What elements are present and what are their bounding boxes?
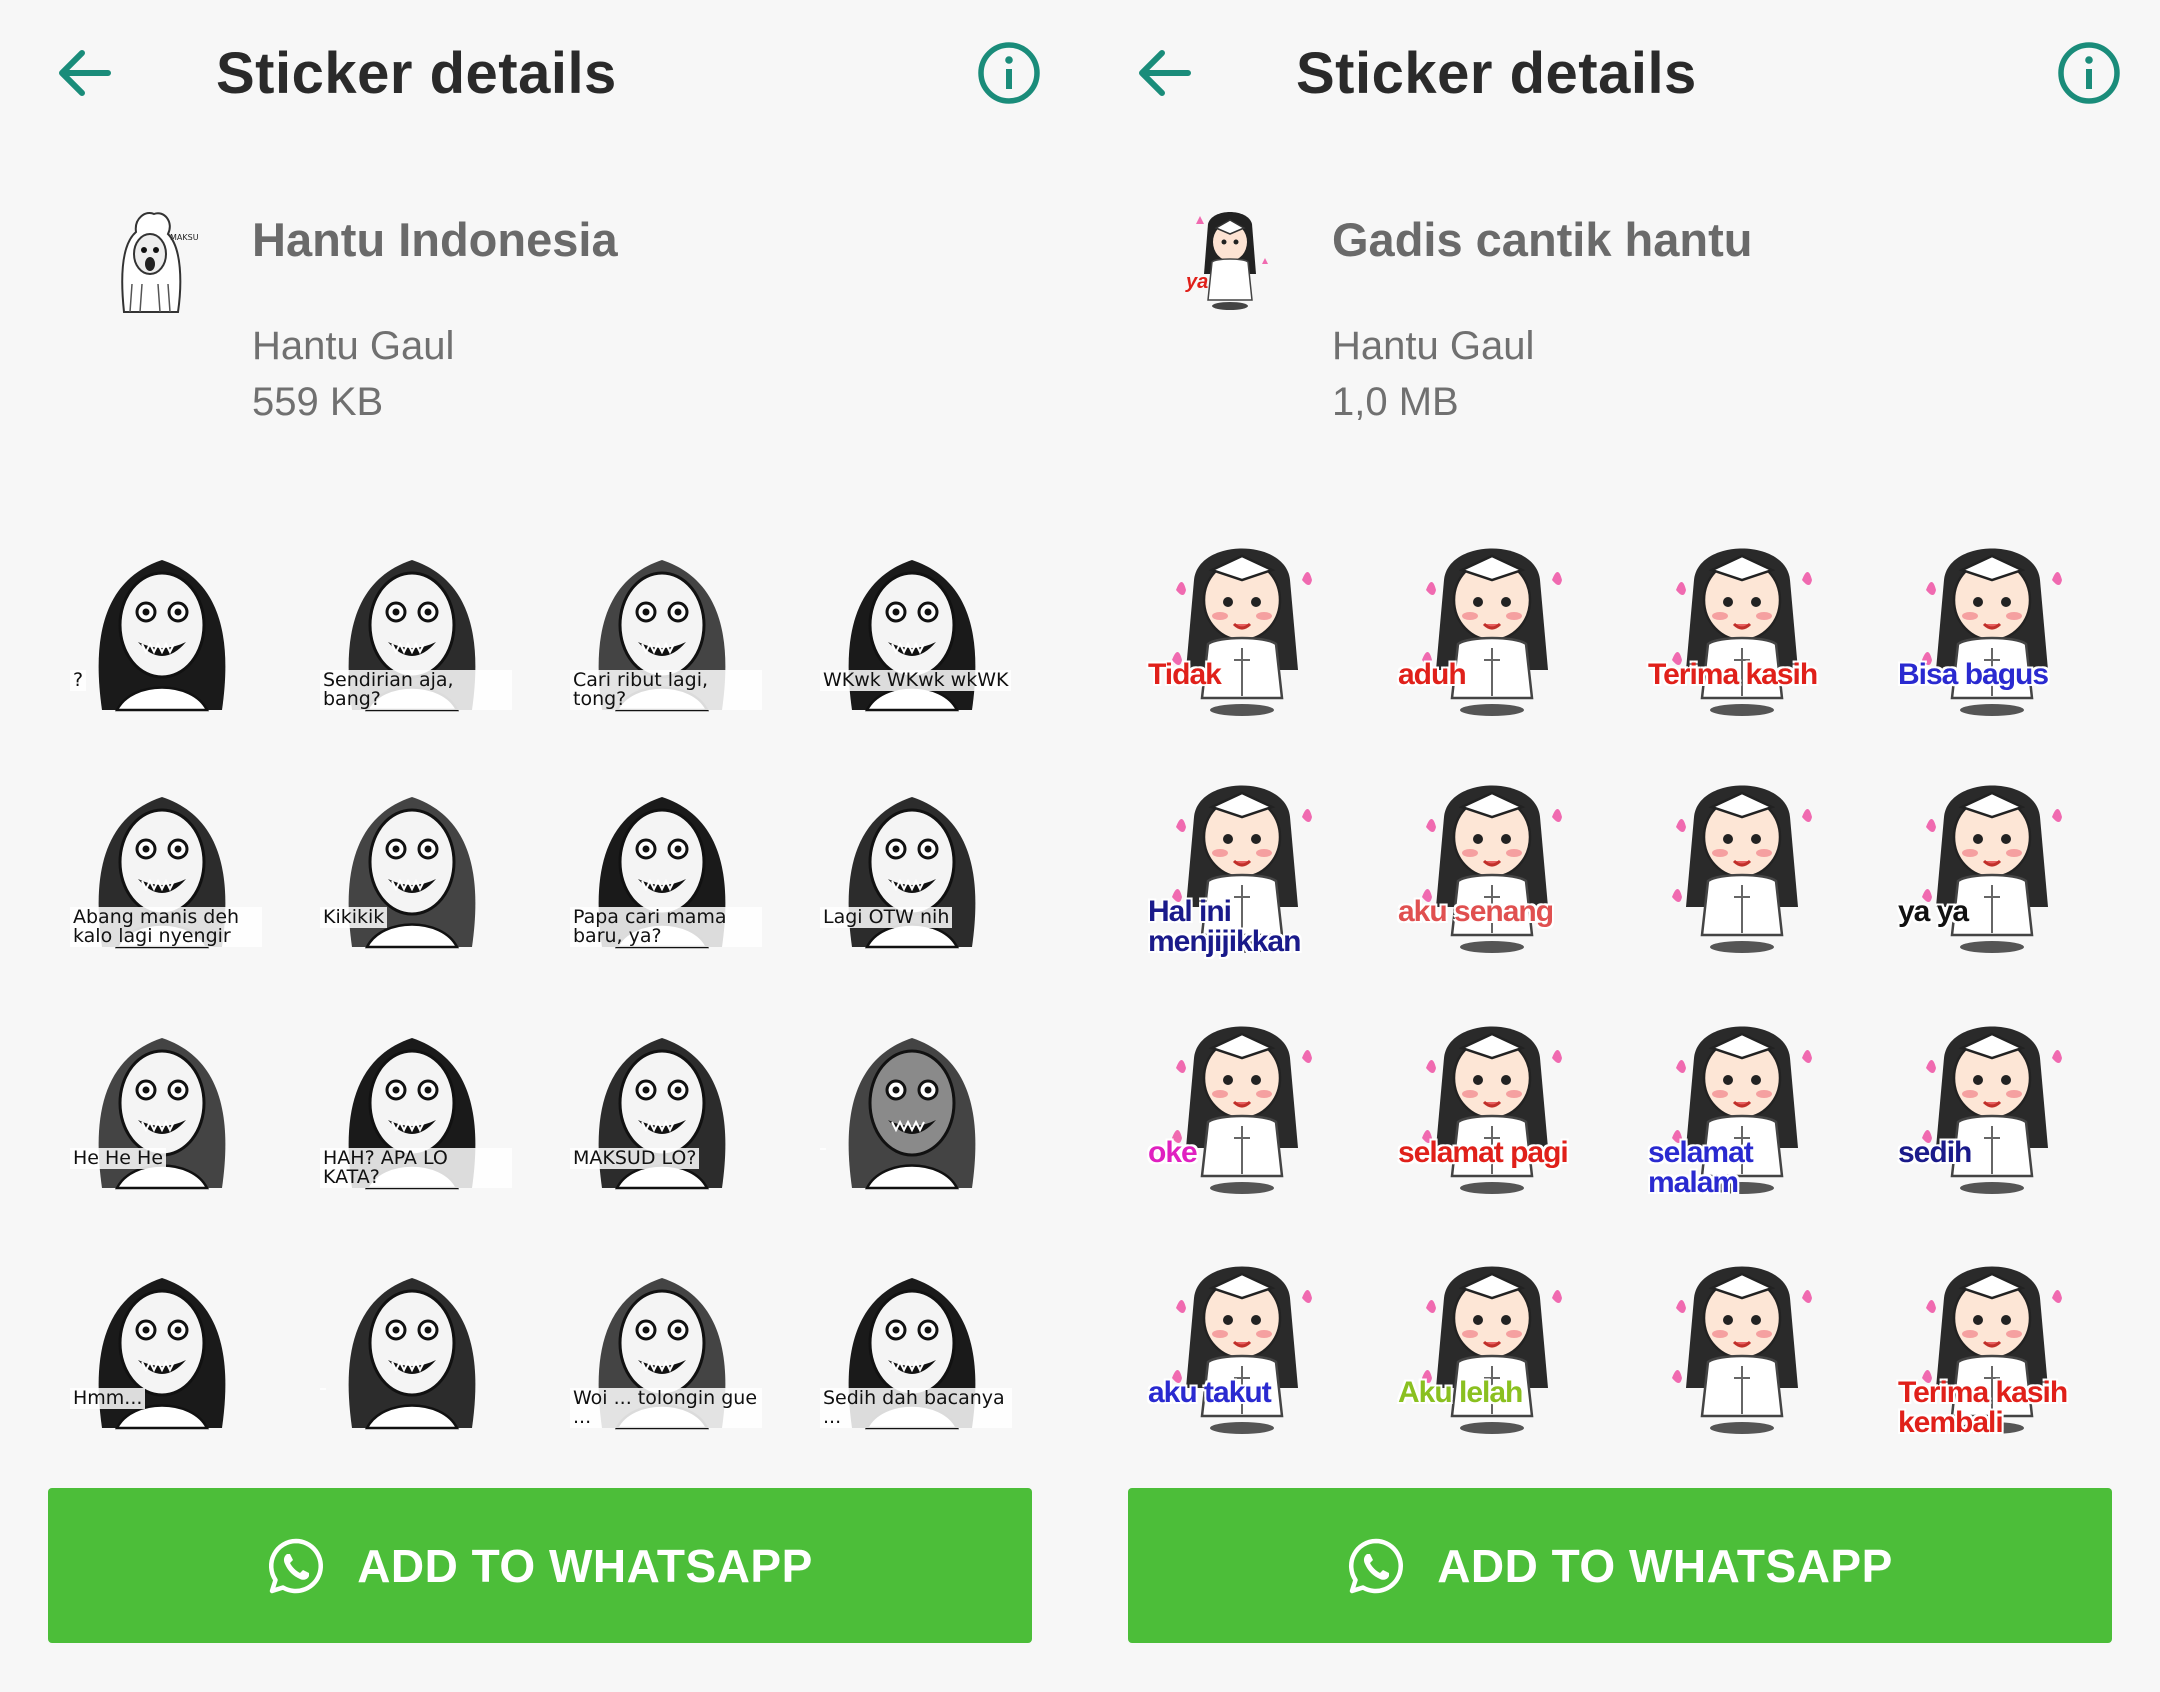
sticker-item[interactable]: Hal ini menjijikkan — [1142, 757, 1342, 957]
sticker-caption: sedih — [1898, 1136, 1972, 1169]
pack-header: ya Gadis cantik hantu Hantu Gaul 1,0 MB — [1080, 190, 2160, 450]
sticker-item[interactable]: ? — [62, 520, 262, 720]
sticker-caption: Cari ribut lagi, tong? — [570, 670, 762, 710]
sticker-artwork — [1672, 1266, 1812, 1434]
sticker-caption: Sedih dah bacanya ... — [820, 1388, 1012, 1428]
sticker-item[interactable]: sedih — [1892, 998, 2092, 1198]
page-title: Sticker details — [1296, 41, 1697, 106]
add-button-label: ADD TO WHATSAPP — [357, 1539, 813, 1592]
sticker-item[interactable]: Cari ribut lagi, tong? — [562, 520, 762, 720]
app-bar: Sticker details — [0, 0, 1080, 150]
whatsapp-icon — [269, 1538, 324, 1593]
whatsapp-icon — [1349, 1538, 1404, 1593]
sticker-caption: Tidak — [1148, 658, 1222, 691]
sticker-caption: MAKSUD LO? — [570, 1148, 700, 1169]
pack-author: Hantu Gaul — [252, 324, 455, 368]
pack-name: Hantu Indonesia — [252, 213, 618, 266]
pack-tray-icon: ya — [1182, 204, 1278, 314]
sticker-artwork — [848, 1038, 976, 1190]
sticker-item[interactable]: Sendirian aja, bang? — [312, 520, 512, 720]
sticker-item[interactable]: ya ya — [1892, 757, 2092, 957]
sticker-caption: Hmm... — [70, 1388, 146, 1409]
sticker-caption: He He He — [70, 1148, 167, 1169]
sticker-item[interactable]: Kikikik — [312, 757, 512, 957]
sticker-item[interactable]: MAKSUD LO? — [562, 998, 762, 1198]
sticker-item[interactable]: Abang manis deh kalo lagi nyengir — [62, 757, 262, 957]
sticker-item[interactable]: Papa cari mama baru, ya? — [562, 757, 762, 957]
sticker-artwork — [1672, 785, 1812, 953]
sticker-artwork — [98, 560, 226, 712]
sticker-item[interactable]: Bisa bagus — [1892, 520, 2092, 720]
sticker-caption: WKwk WKwk wkWK — [820, 670, 1012, 691]
sticker-item[interactable]: WKwk WKwk wkWK — [812, 520, 1012, 720]
sticker-item[interactable]: Tidak — [1142, 520, 1342, 720]
sticker-caption: ya ya — [1898, 895, 1969, 928]
sticker-caption: Lagi OTW nih — [820, 907, 953, 928]
sticker-caption: aduh — [1398, 658, 1467, 691]
sticker-item[interactable]: aku senang — [1392, 757, 1592, 957]
sticker-item[interactable]: Terima kasih — [1642, 520, 1842, 720]
page-title: Sticker details — [216, 41, 617, 106]
sticker-artwork — [348, 1278, 476, 1430]
sticker-details-screen-gadis-cantik-hantu: Sticker details ya Gadis cantik hantu Ha… — [1080, 0, 2160, 1692]
sticker-caption: Woi ... tolongin gue ... — [570, 1388, 762, 1428]
add-to-whatsapp-button[interactable]: ADD TO WHATSAPP — [1128, 1488, 2112, 1643]
sticker-item[interactable] — [1642, 757, 1842, 957]
sticker-caption: oke — [1148, 1136, 1198, 1169]
pack-tray-icon: MAKSUD LO? — [102, 204, 222, 314]
info-icon[interactable] — [976, 40, 1042, 106]
sticker-item[interactable]: Terima kasih kembali — [1892, 1238, 2092, 1438]
sticker-caption: aku takut — [1148, 1376, 1272, 1409]
app-bar: Sticker details — [1080, 0, 2160, 150]
sticker-caption: ? — [70, 670, 87, 691]
back-arrow-icon[interactable] — [1130, 38, 1200, 108]
sticker-caption: Abang manis deh kalo lagi nyengir — [70, 907, 262, 947]
pack-name: Gadis cantik hantu — [1332, 213, 1753, 266]
sticker-caption: Aku lelah — [1398, 1376, 1523, 1409]
sticker-caption: Terima kasih kembali — [1898, 1376, 2068, 1439]
pack-size: 1,0 MB — [1332, 380, 1459, 424]
sticker-caption: Kikikik — [320, 907, 388, 928]
sticker-caption: Bisa bagus — [1898, 658, 2049, 691]
info-icon[interactable] — [2056, 40, 2122, 106]
pack-author: Hantu Gaul — [1332, 324, 1535, 368]
sticker-item[interactable]: aduh — [1392, 520, 1592, 720]
pack-size: 559 KB — [252, 380, 384, 424]
sticker-item[interactable] — [312, 1238, 512, 1438]
sticker-item[interactable]: Hmm... — [62, 1238, 262, 1438]
sticker-item[interactable]: HAH? APA LO KATA? — [312, 998, 512, 1198]
pack-header: MAKSUD LO? Hantu Indonesia Hantu Gaul 55… — [0, 190, 1080, 450]
sticker-caption: HAH? APA LO KATA? — [320, 1148, 512, 1188]
sticker-item[interactable]: aku takut — [1142, 1238, 1342, 1438]
back-arrow-icon[interactable] — [50, 38, 120, 108]
sticker-caption: Hal ini menjijikkan — [1148, 895, 1301, 958]
sticker-details-screen-hantu-indonesia: Sticker details MAKSUD LO? Hantu Indones… — [0, 0, 1080, 1692]
sticker-item[interactable]: selamat malam — [1642, 998, 1842, 1198]
sticker-caption: Papa cari mama baru, ya? — [570, 907, 762, 947]
sticker-item[interactable]: He He He — [62, 998, 262, 1198]
add-to-whatsapp-button[interactable]: ADD TO WHATSAPP — [48, 1488, 1032, 1643]
sticker-caption — [820, 1148, 826, 1150]
sticker-item[interactable]: Sedih dah bacanya ... — [812, 1238, 1012, 1438]
sticker-item[interactable] — [812, 998, 1012, 1198]
sticker-item[interactable] — [1642, 1238, 1842, 1438]
sticker-item[interactable]: Lagi OTW nih — [812, 757, 1012, 957]
sticker-item[interactable]: Aku lelah — [1392, 1238, 1592, 1438]
add-button-label: ADD TO WHATSAPP — [1437, 1539, 1893, 1592]
sticker-caption — [320, 1388, 326, 1390]
sticker-caption: Terima kasih — [1648, 658, 1818, 691]
tray-caption: ya — [1185, 271, 1208, 293]
sticker-caption: selamat pagi — [1398, 1136, 1569, 1169]
sticker-caption: aku senang — [1398, 895, 1554, 928]
sticker-caption: selamat malam — [1648, 1136, 1754, 1199]
sticker-item[interactable]: oke — [1142, 998, 1342, 1198]
sticker-caption: Sendirian aja, bang? — [320, 670, 512, 710]
sticker-item[interactable]: Woi ... tolongin gue ... — [562, 1238, 762, 1438]
sticker-grid: Tidak aduh Terima kasih Bisa bagus Hal ini m… — [1142, 520, 2102, 1440]
sticker-item[interactable]: selamat pagi — [1392, 998, 1592, 1198]
sticker-grid: ? Sendirian aja, bang? Cari ribut lagi, to… — [62, 520, 1022, 1440]
tray-caption: MAKSUD LO? — [170, 233, 198, 242]
